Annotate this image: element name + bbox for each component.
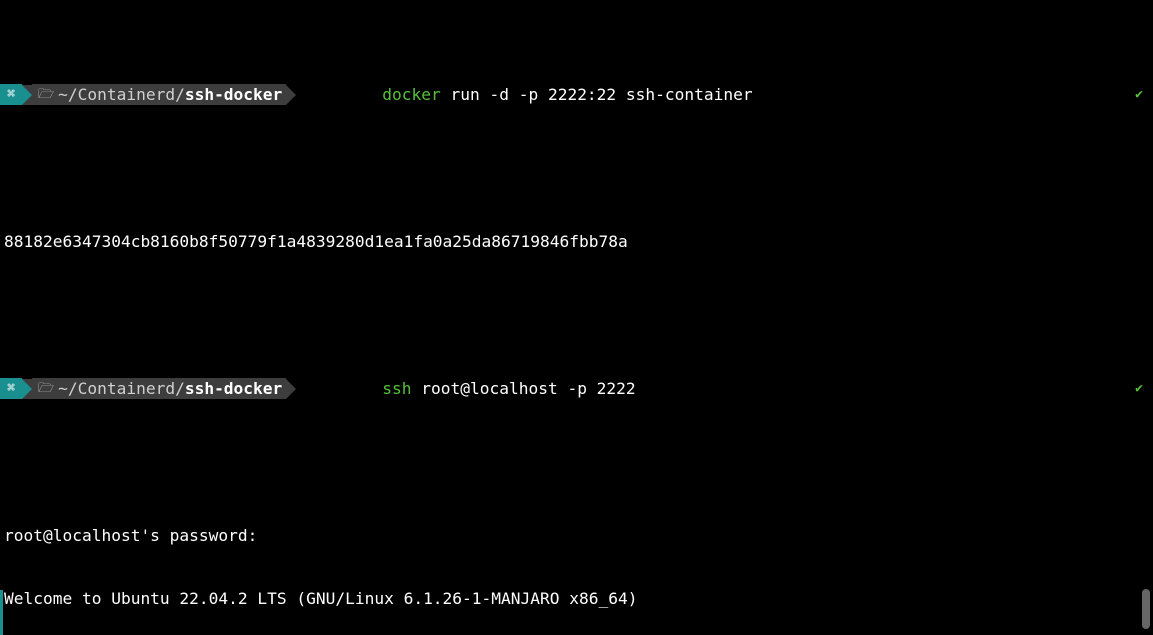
powerline-arrow-icon	[22, 85, 32, 105]
scrollbar-thumb[interactable]	[1142, 589, 1150, 629]
status-check-icon: ✔	[1135, 378, 1143, 399]
terminal[interactable]: ⌘ 🗁~/Containerd/ssh-docker docker run -d…	[0, 0, 1153, 635]
path-folder: ssh-docker	[185, 378, 282, 399]
command-args: run -d -p 2222:22 ssh-container	[441, 85, 753, 104]
docker-output: 88182e6347304cb8160b8f50779f1a4839280d1e…	[0, 189, 1153, 294]
status-check-icon: ✔	[1135, 84, 1143, 105]
prompt-line-2: ⌘ 🗁~/Containerd/ssh-docker ssh root@loca…	[0, 378, 1153, 399]
powerline-arrow-icon	[286, 379, 296, 399]
command-args: root@localhost -p 2222	[412, 379, 636, 398]
command-area[interactable]: ssh root@localhost -p 2222 ✔	[296, 357, 1153, 420]
folder-icon: 🗁	[38, 378, 54, 399]
prompt-line-1: ⌘ 🗁~/Containerd/ssh-docker docker run -d…	[0, 84, 1153, 105]
path-prefix: ~/Containerd/	[58, 378, 185, 399]
container-hash: 88182e6347304cb8160b8f50779f1a4839280d1e…	[4, 231, 1153, 252]
ssh-output: root@localhost's password: Welcome to Ub…	[0, 483, 1153, 635]
command-area[interactable]: docker run -d -p 2222:22 ssh-container ✔	[296, 63, 1153, 126]
folder-icon: 🗁	[38, 84, 54, 105]
prompt-os-icon: ⌘	[0, 378, 22, 399]
powerline-arrow-icon	[22, 379, 32, 399]
prompt-path: 🗁~/Containerd/ssh-docker	[32, 378, 286, 399]
path-prefix: ~/Containerd/	[58, 84, 185, 105]
prompt-path: 🗁~/Containerd/ssh-docker	[32, 84, 286, 105]
password-prompt: root@localhost's password:	[4, 525, 1153, 546]
command-binary: docker	[382, 85, 440, 104]
welcome-line: Welcome to Ubuntu 22.04.2 LTS (GNU/Linux…	[4, 588, 1153, 609]
powerline-arrow-icon	[286, 85, 296, 105]
prompt-os-icon: ⌘	[0, 84, 22, 105]
command-binary: ssh	[382, 379, 411, 398]
left-accent-bar	[0, 590, 3, 635]
path-folder: ssh-docker	[185, 84, 282, 105]
